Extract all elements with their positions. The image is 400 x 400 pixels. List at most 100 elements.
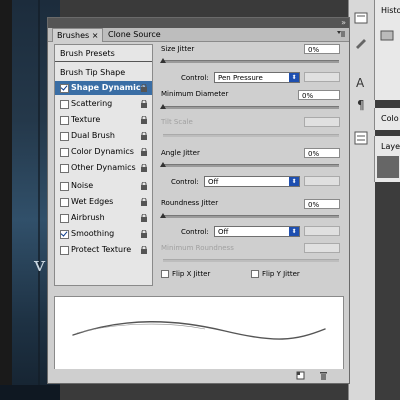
tilt-scale-field xyxy=(304,117,340,127)
lock-icon[interactable] xyxy=(140,198,148,206)
panel-menu-icon[interactable] xyxy=(336,29,346,41)
panel-titlebar[interactable]: » xyxy=(48,18,349,28)
checkbox[interactable] xyxy=(60,182,69,191)
size-control-amount xyxy=(304,72,340,82)
lock-icon[interactable] xyxy=(140,182,148,190)
dropdown-icon[interactable]: ⬍ xyxy=(289,227,299,236)
tab-brushes[interactable]: Brushes × xyxy=(52,28,104,42)
slider-knob[interactable] xyxy=(160,58,166,63)
trash-icon[interactable] xyxy=(319,371,328,380)
canvas-edge xyxy=(0,0,12,400)
option-shape-dynamics[interactable]: Shape Dynamics xyxy=(55,81,152,95)
checkbox[interactable] xyxy=(60,84,69,93)
checkbox[interactable] xyxy=(60,100,69,109)
new-preset-icon[interactable] xyxy=(296,371,305,380)
checkbox[interactable] xyxy=(60,148,69,157)
checkbox[interactable] xyxy=(251,270,259,278)
roundness-jitter-field[interactable]: 0% xyxy=(304,199,340,209)
roundness-jitter-slider[interactable] xyxy=(160,213,339,218)
shape-dynamics-settings: Size Jitter 0% Control: Pen Pressure ⬍ M… xyxy=(160,44,346,284)
paragraph-icon[interactable]: ¶ xyxy=(353,96,369,112)
angle-jitter-slider[interactable] xyxy=(160,162,339,167)
option-color-dynamics[interactable]: Color Dynamics xyxy=(55,145,152,159)
option-dual-brush[interactable]: Dual Brush xyxy=(55,129,152,143)
option-noise[interactable]: Noise xyxy=(55,179,152,193)
lock-icon[interactable] xyxy=(140,84,148,92)
option-texture[interactable]: Texture xyxy=(55,113,152,127)
roundness-control-select[interactable]: Off ⬍ xyxy=(214,226,300,237)
roundness-jitter-label: Roundness Jitter xyxy=(161,199,219,207)
minimum-roundness-slider xyxy=(163,259,339,262)
option-smoothing[interactable]: Smoothing xyxy=(55,227,152,241)
tilt-scale-slider xyxy=(163,134,339,137)
layer-comps-icon[interactable] xyxy=(353,130,369,146)
size-control-label: Control: xyxy=(181,74,209,82)
layer-thumbnail[interactable] xyxy=(377,156,399,178)
option-other-dynamics[interactable]: Other Dynamics xyxy=(55,161,152,175)
tab-close-icon[interactable]: × xyxy=(92,31,99,40)
layers-panel: Laye xyxy=(374,136,400,182)
layers-tab[interactable]: Laye xyxy=(381,142,400,151)
checkbox[interactable] xyxy=(60,116,69,125)
angle-control-select[interactable]: Off ⬍ xyxy=(204,176,300,187)
history-tab[interactable]: Histo xyxy=(381,6,400,15)
checkbox[interactable] xyxy=(60,230,69,239)
brush-stroke-preview xyxy=(54,296,344,370)
slider-knob[interactable] xyxy=(160,213,166,218)
checkbox[interactable] xyxy=(60,214,69,223)
dropdown-icon[interactable]: ⬍ xyxy=(289,73,299,82)
svg-text:¶: ¶ xyxy=(357,98,365,112)
brush-tip-shape[interactable]: Brush Tip Shape xyxy=(55,66,152,79)
brush-options-list: Brush Presets Brush Tip Shape Shape Dyna… xyxy=(54,44,153,286)
lock-icon[interactable] xyxy=(140,164,148,172)
checkbox[interactable] xyxy=(60,132,69,141)
panel-bottombar xyxy=(48,369,349,382)
minimum-diameter-field[interactable]: 0% xyxy=(298,90,340,100)
tab-clone-source[interactable]: Clone Source xyxy=(104,28,165,41)
color-tab[interactable]: Colo xyxy=(381,114,399,123)
lock-icon[interactable] xyxy=(140,100,148,108)
lock-icon[interactable] xyxy=(140,246,148,254)
checkbox[interactable] xyxy=(161,270,169,278)
size-jitter-slider[interactable] xyxy=(160,58,339,63)
option-protect-texture[interactable]: Protect Texture xyxy=(55,243,152,257)
brushes-panel: » Brushes × Clone Source Brush Presets B… xyxy=(47,17,350,384)
canvas-bottom xyxy=(0,385,60,400)
checkbox[interactable] xyxy=(60,164,69,173)
tilt-scale-label: Tilt Scale xyxy=(161,118,193,126)
tool-strip: A ¶ xyxy=(348,0,375,400)
minimum-roundness-label: Minimum Roundness xyxy=(161,244,234,252)
dropdown-icon[interactable]: ⬍ xyxy=(289,177,299,186)
angle-control-label: Control: xyxy=(171,178,199,186)
flip-x-jitter[interactable]: Flip X Jitter xyxy=(161,270,210,278)
brush-icon[interactable] xyxy=(353,34,369,50)
history-panel: Histo xyxy=(374,0,400,100)
history-icon[interactable] xyxy=(353,10,369,26)
angle-jitter-field[interactable]: 0% xyxy=(304,148,340,158)
size-jitter-field[interactable]: 0% xyxy=(304,44,340,54)
angle-jitter-label: Angle Jitter xyxy=(161,149,200,157)
lock-icon[interactable] xyxy=(140,132,148,140)
lock-icon[interactable] xyxy=(140,230,148,238)
lock-icon[interactable] xyxy=(140,116,148,124)
checkbox[interactable] xyxy=(60,198,69,207)
flip-y-jitter[interactable]: Flip Y Jitter xyxy=(251,270,300,278)
canvas-guide xyxy=(38,0,40,400)
character-icon[interactable]: A xyxy=(353,74,369,90)
svg-text:A: A xyxy=(356,76,365,90)
lock-icon[interactable] xyxy=(140,214,148,222)
minimum-diameter-slider[interactable] xyxy=(160,104,339,109)
roundness-control-amount xyxy=(304,226,340,236)
option-wet-edges[interactable]: Wet Edges xyxy=(55,195,152,209)
checkbox[interactable] xyxy=(60,246,69,255)
option-airbrush[interactable]: Airbrush xyxy=(55,211,152,225)
slider-knob[interactable] xyxy=(160,162,166,167)
collapse-icon[interactable]: » xyxy=(341,18,346,28)
brush-presets[interactable]: Brush Presets xyxy=(55,45,152,62)
minimum-roundness-field xyxy=(304,243,340,253)
lock-icon[interactable] xyxy=(140,148,148,156)
size-control-select[interactable]: Pen Pressure ⬍ xyxy=(214,72,300,83)
option-scattering[interactable]: Scattering xyxy=(55,97,152,111)
slider-knob[interactable] xyxy=(160,104,166,109)
stroke-preview-svg xyxy=(72,321,326,340)
